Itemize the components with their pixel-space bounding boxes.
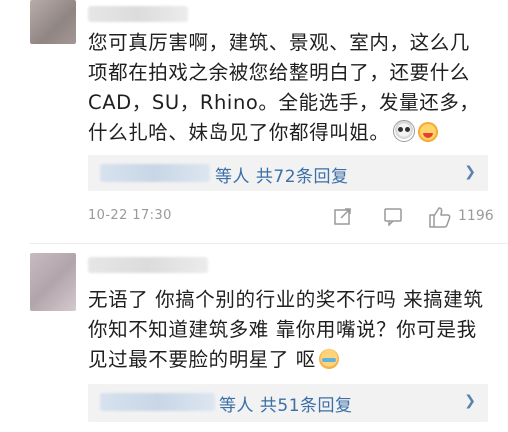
username-redacted[interactable] xyxy=(88,6,188,22)
comment-text: 无语了 你搞个别的行业的奖不行吗 来搞建筑 你知不知道建筑多难 靠你用嘴说？你可… xyxy=(88,285,488,375)
chevron-right-icon: ❯ xyxy=(464,393,476,409)
divider xyxy=(30,243,508,244)
reply-summary-box[interactable]: 等人 共72条回复 ❯ xyxy=(88,155,488,191)
timestamp: 10-22 17:30 xyxy=(88,208,172,223)
reply-summary-box[interactable]: 等人 共51条回复 ❯ xyxy=(88,384,488,422)
comment-icon[interactable] xyxy=(383,206,403,230)
reply-usernames-redacted xyxy=(100,393,215,411)
comment-meta: 10-22 17:30 1196 xyxy=(88,204,498,232)
like-count: 1196 xyxy=(458,208,494,224)
share-icon[interactable] xyxy=(333,206,353,230)
chevron-right-icon: ❯ xyxy=(464,164,476,180)
comment-text: 您可真厉害啊，建筑、景观、室内，这么几 项都在拍戏之余被您给整明白了，还要什么 … xyxy=(88,28,488,148)
crying-face-emoji xyxy=(392,120,415,142)
reply-usernames-redacted xyxy=(100,164,210,182)
vomiting-face-emoji xyxy=(318,349,339,369)
username-redacted[interactable] xyxy=(88,257,208,273)
comment-body: 无语了 你搞个别的行业的奖不行吗 来搞建筑 你知不知道建筑多难 靠你用嘴说？你可… xyxy=(88,288,484,371)
thumbs-up-icon[interactable] xyxy=(428,206,452,232)
reply-summary-text[interactable]: 等人 共72条回复 xyxy=(215,162,349,187)
laughing-face-emoji xyxy=(417,122,438,142)
reply-summary-text[interactable]: 等人 共51条回复 xyxy=(219,391,353,416)
avatar[interactable] xyxy=(30,0,76,44)
avatar[interactable] xyxy=(30,253,76,311)
